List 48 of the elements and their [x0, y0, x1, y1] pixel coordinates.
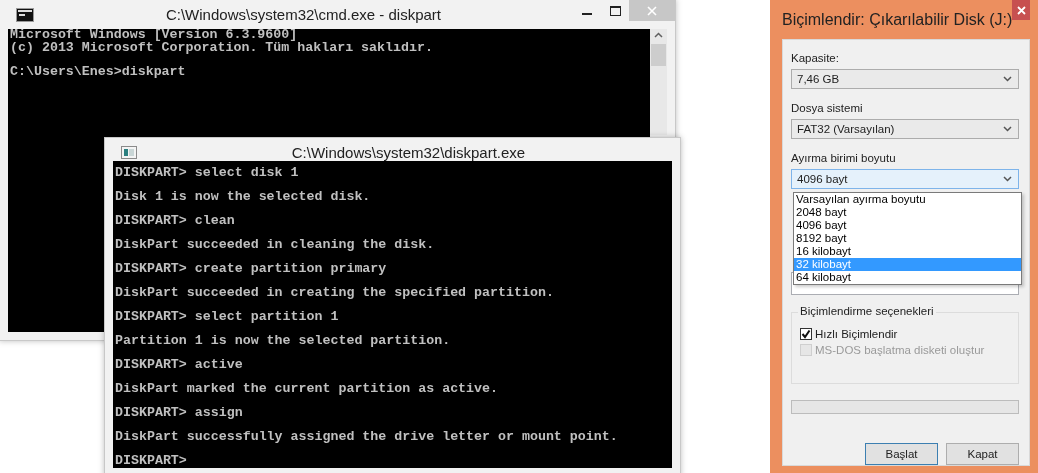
dropdown-option[interactable]: Varsayılan ayırma boyutu	[794, 193, 1021, 206]
group-title: Biçimlendirme seçenekleri	[798, 305, 936, 317]
window-icon	[121, 146, 137, 159]
console-line: DISKPART> select disk 1	[115, 164, 300, 182]
checkbox-option[interactable]: Hızlı Biçimlendir	[800, 328, 1010, 340]
dropdown-option[interactable]: 8192 bayt	[794, 232, 1021, 245]
close-button[interactable]	[1012, 0, 1030, 20]
dropdown-option[interactable]: 4096 bayt	[794, 219, 1021, 232]
scrollbar[interactable]	[650, 29, 667, 135]
dropdown-select[interactable]: FAT32 (Varsayılan)	[791, 119, 1019, 139]
field-label: Kapasite:	[791, 52, 840, 64]
field-label: Ayırma birimi boyutu	[791, 152, 897, 164]
console-line: DiskPart succeeded in cleaning the disk.	[115, 236, 436, 254]
console-line: Partition 1 is now the selected partition.	[115, 332, 452, 350]
minimize-icon	[582, 13, 592, 15]
console-line: C:\Users\Enes>diskpart	[10, 66, 187, 79]
console-line: Microsoft Windows [Version 6.3.9600]	[10, 29, 299, 42]
checkbox[interactable]	[800, 328, 812, 340]
dropdown-select[interactable]: 7,46 GB	[791, 69, 1019, 89]
console-line: DISKPART> select partition 1	[115, 308, 340, 326]
console-line: DiskPart succeeded in creating the specified partition.	[115, 284, 555, 302]
window-title: C:\Windows\system32\diskpart.exe	[290, 144, 527, 161]
scrollbar-thumb[interactable]	[651, 44, 666, 66]
console-line: (c) 2013 Microsoft Corporation. Tüm hakları saklıdır.	[10, 41, 434, 54]
close-icon	[1016, 5, 1026, 15]
dialog-button[interactable]: Başlat	[865, 443, 938, 465]
dropdown-select[interactable]: 4096 bayt	[791, 169, 1019, 189]
console-icon	[16, 7, 34, 22]
console-line: Disk 1 is now the selected disk.	[115, 188, 372, 206]
close-icon	[647, 5, 657, 16]
chevron-icon	[1003, 176, 1012, 182]
dropdown-option[interactable]: 2048 bayt	[794, 206, 1021, 219]
console-line: DiskPart successfully assigned the drive letter or mount point.	[115, 428, 619, 446]
chevron-icon	[1003, 76, 1012, 82]
window-title: C:\Windows\system32\cmd.exe - diskpart	[164, 6, 443, 23]
dialog-title: Biçimlendir: Çıkarılabilir Disk (J:)	[782, 10, 1013, 29]
console-line: DISKPART>	[115, 452, 188, 468]
dropdown-option[interactable]: 64 kilobayt	[794, 271, 1021, 284]
maximize-icon	[609, 5, 621, 16]
console-line: DISKPART> active	[115, 356, 244, 374]
console-line: DISKPART> assign	[115, 404, 244, 422]
chevron-icon	[1003, 126, 1012, 132]
console-line: DiskPart marked the current partition as active.	[115, 380, 499, 398]
console-line: DISKPART> clean	[115, 212, 236, 230]
console-line: DISKPART> create partition primary	[115, 260, 388, 278]
field-label: Dosya sistemi	[791, 102, 864, 114]
dropdown-option[interactable]: 16 kilobayt	[794, 245, 1021, 258]
dialog-button[interactable]: Kapat	[946, 443, 1019, 465]
